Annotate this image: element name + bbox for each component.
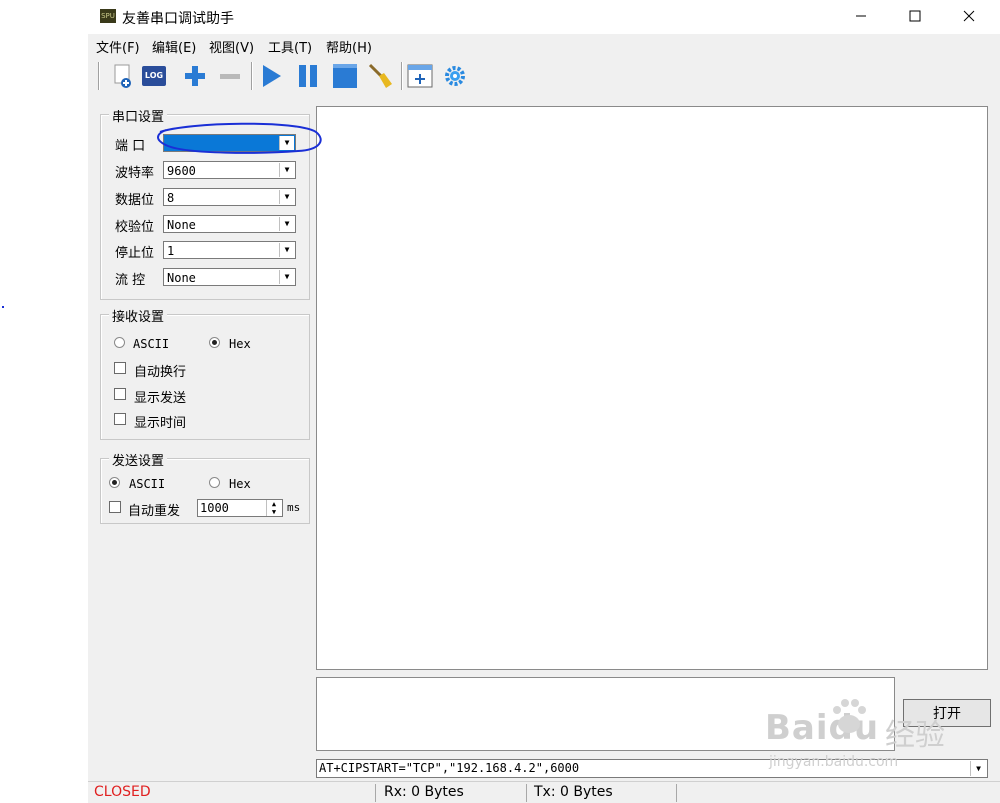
toolbar: LOG <box>88 58 1000 96</box>
flow-select[interactable]: None ▼ <box>163 268 296 286</box>
pause-button[interactable] <box>294 62 322 90</box>
auto-newline-checkbox[interactable] <box>114 362 126 374</box>
chevron-down-icon: ▼ <box>970 761 986 776</box>
baud-select-value: 9600 <box>167 164 196 178</box>
show-time-checkbox[interactable] <box>114 413 126 425</box>
remove-icon <box>220 74 240 79</box>
receive-hex-radio[interactable] <box>209 337 220 348</box>
chevron-down-icon: ▼ <box>279 217 294 231</box>
stop-icon <box>333 64 357 88</box>
new-file-button[interactable] <box>108 62 136 90</box>
chevron-down-icon: ▼ <box>279 270 294 284</box>
connection-status: CLOSED <box>94 784 151 800</box>
tx-counter: Tx: 0 Bytes <box>534 784 613 800</box>
minimize-button[interactable] <box>838 0 884 32</box>
receive-ascii-radio[interactable] <box>114 337 125 348</box>
stopbits-label: 停止位 <box>115 246 155 261</box>
command-select-value: AT+CIPSTART="TCP","192.168.4.2",6000 <box>319 761 580 775</box>
show-send-checkbox[interactable] <box>114 388 126 400</box>
auto-resend-label: 自动重发 <box>128 504 181 519</box>
stopbits-select-value: 1 <box>167 244 175 258</box>
send-ascii-label: ASCII <box>129 477 166 491</box>
menu-edit[interactable]: 编辑(E) <box>152 37 196 56</box>
send-hex-radio[interactable] <box>209 477 220 488</box>
watermark-cn: 经验 <box>885 718 945 753</box>
log-icon: LOG <box>142 66 166 86</box>
receive-hex-label: Hex <box>229 337 251 351</box>
app-icon: SPU <box>100 9 116 23</box>
stopbits-select[interactable]: 1 ▼ <box>163 241 296 259</box>
status-bar: CLOSED Rx: 0 Bytes Tx: 0 Bytes <box>88 781 1000 803</box>
title-bar[interactable]: SPU 友善串口调试助手 <box>88 0 1000 34</box>
close-icon <box>963 10 975 22</box>
log-button[interactable]: LOG <box>140 62 168 90</box>
settings-gear-icon <box>445 66 465 86</box>
close-button[interactable] <box>946 0 992 32</box>
parity-select[interactable]: None ▼ <box>163 215 296 233</box>
receive-settings-group: 接收设置 ASCII Hex 自动换行 显示发送 显示时间 <box>100 306 310 440</box>
show-time-label: 显示时间 <box>134 416 187 431</box>
receive-ascii-label: ASCII <box>133 337 170 351</box>
parity-label: 校验位 <box>115 220 155 235</box>
clear-broom-icon <box>368 63 392 88</box>
paw-icon <box>833 699 866 733</box>
add-icon <box>185 66 205 86</box>
annotation-ellipse <box>157 122 322 154</box>
spinner-icon[interactable]: ▲ ▼ <box>266 500 281 516</box>
add-button[interactable] <box>181 62 209 90</box>
stray-dot <box>2 306 4 308</box>
remove-button[interactable] <box>216 62 244 90</box>
minimize-icon <box>856 15 866 17</box>
port-label: 端 口 <box>115 139 146 154</box>
send-hex-label: Hex <box>229 477 251 491</box>
flow-label: 流 控 <box>115 273 146 288</box>
new-file-icon <box>114 64 131 88</box>
menu-help[interactable]: 帮助(H) <box>326 37 372 56</box>
watermark-url: jingyan.baidu.com <box>769 754 899 770</box>
settings-panel: 串口设置 端 口 ▼ 波特率 9600 ▼ 数据位 8 ▼ 校验位 None ▼… <box>88 98 314 778</box>
chevron-down-icon: ▼ <box>279 163 294 177</box>
databits-label: 数据位 <box>115 193 155 208</box>
chevron-down-icon: ▼ <box>279 243 294 257</box>
chevron-down-icon: ▼ <box>279 190 294 204</box>
settings-button[interactable] <box>441 62 469 90</box>
show-send-label: 显示发送 <box>134 391 187 406</box>
clear-button[interactable] <box>366 62 394 90</box>
menu-file[interactable]: 文件(F) <box>96 37 140 56</box>
menu-bar: 文件(F) 编辑(E) 视图(V) 工具(T) 帮助(H) <box>88 34 1000 58</box>
play-icon <box>263 65 281 87</box>
receive-textarea[interactable] <box>316 106 988 670</box>
databits-select-value: 8 <box>167 191 175 205</box>
maximize-button[interactable] <box>892 0 938 32</box>
maximize-icon <box>909 10 921 22</box>
databits-select[interactable]: 8 ▼ <box>163 188 296 206</box>
send-ascii-radio[interactable] <box>109 477 120 488</box>
receive-settings-title: 接收设置 <box>109 306 168 325</box>
menu-tools[interactable]: 工具(T) <box>268 37 312 56</box>
flow-select-value: None <box>167 271 196 285</box>
auto-newline-label: 自动换行 <box>134 365 187 380</box>
send-settings-title: 发送设置 <box>109 450 168 469</box>
add-window-button[interactable] <box>406 62 434 90</box>
baud-label: 波特率 <box>115 166 155 181</box>
rx-counter: Rx: 0 Bytes <box>384 784 464 800</box>
menu-view[interactable]: 视图(V) <box>209 37 254 56</box>
resend-interval-value: 1000 <box>200 501 229 515</box>
start-button[interactable] <box>257 62 285 90</box>
interval-unit-label: ms <box>287 501 301 514</box>
add-window-icon <box>407 64 433 88</box>
auto-resend-checkbox[interactable] <box>109 501 121 513</box>
baud-select[interactable]: 9600 ▼ <box>163 161 296 179</box>
stop-button[interactable] <box>331 62 359 90</box>
window-title: 友善串口调试助手 <box>122 11 234 27</box>
pause-icon <box>299 65 317 87</box>
send-settings-group: 发送设置 ASCII Hex 自动重发 1000 ▲ ▼ ms <box>100 450 310 524</box>
parity-select-value: None <box>167 218 196 232</box>
resend-interval-input[interactable]: 1000 ▲ ▼ <box>197 499 283 517</box>
